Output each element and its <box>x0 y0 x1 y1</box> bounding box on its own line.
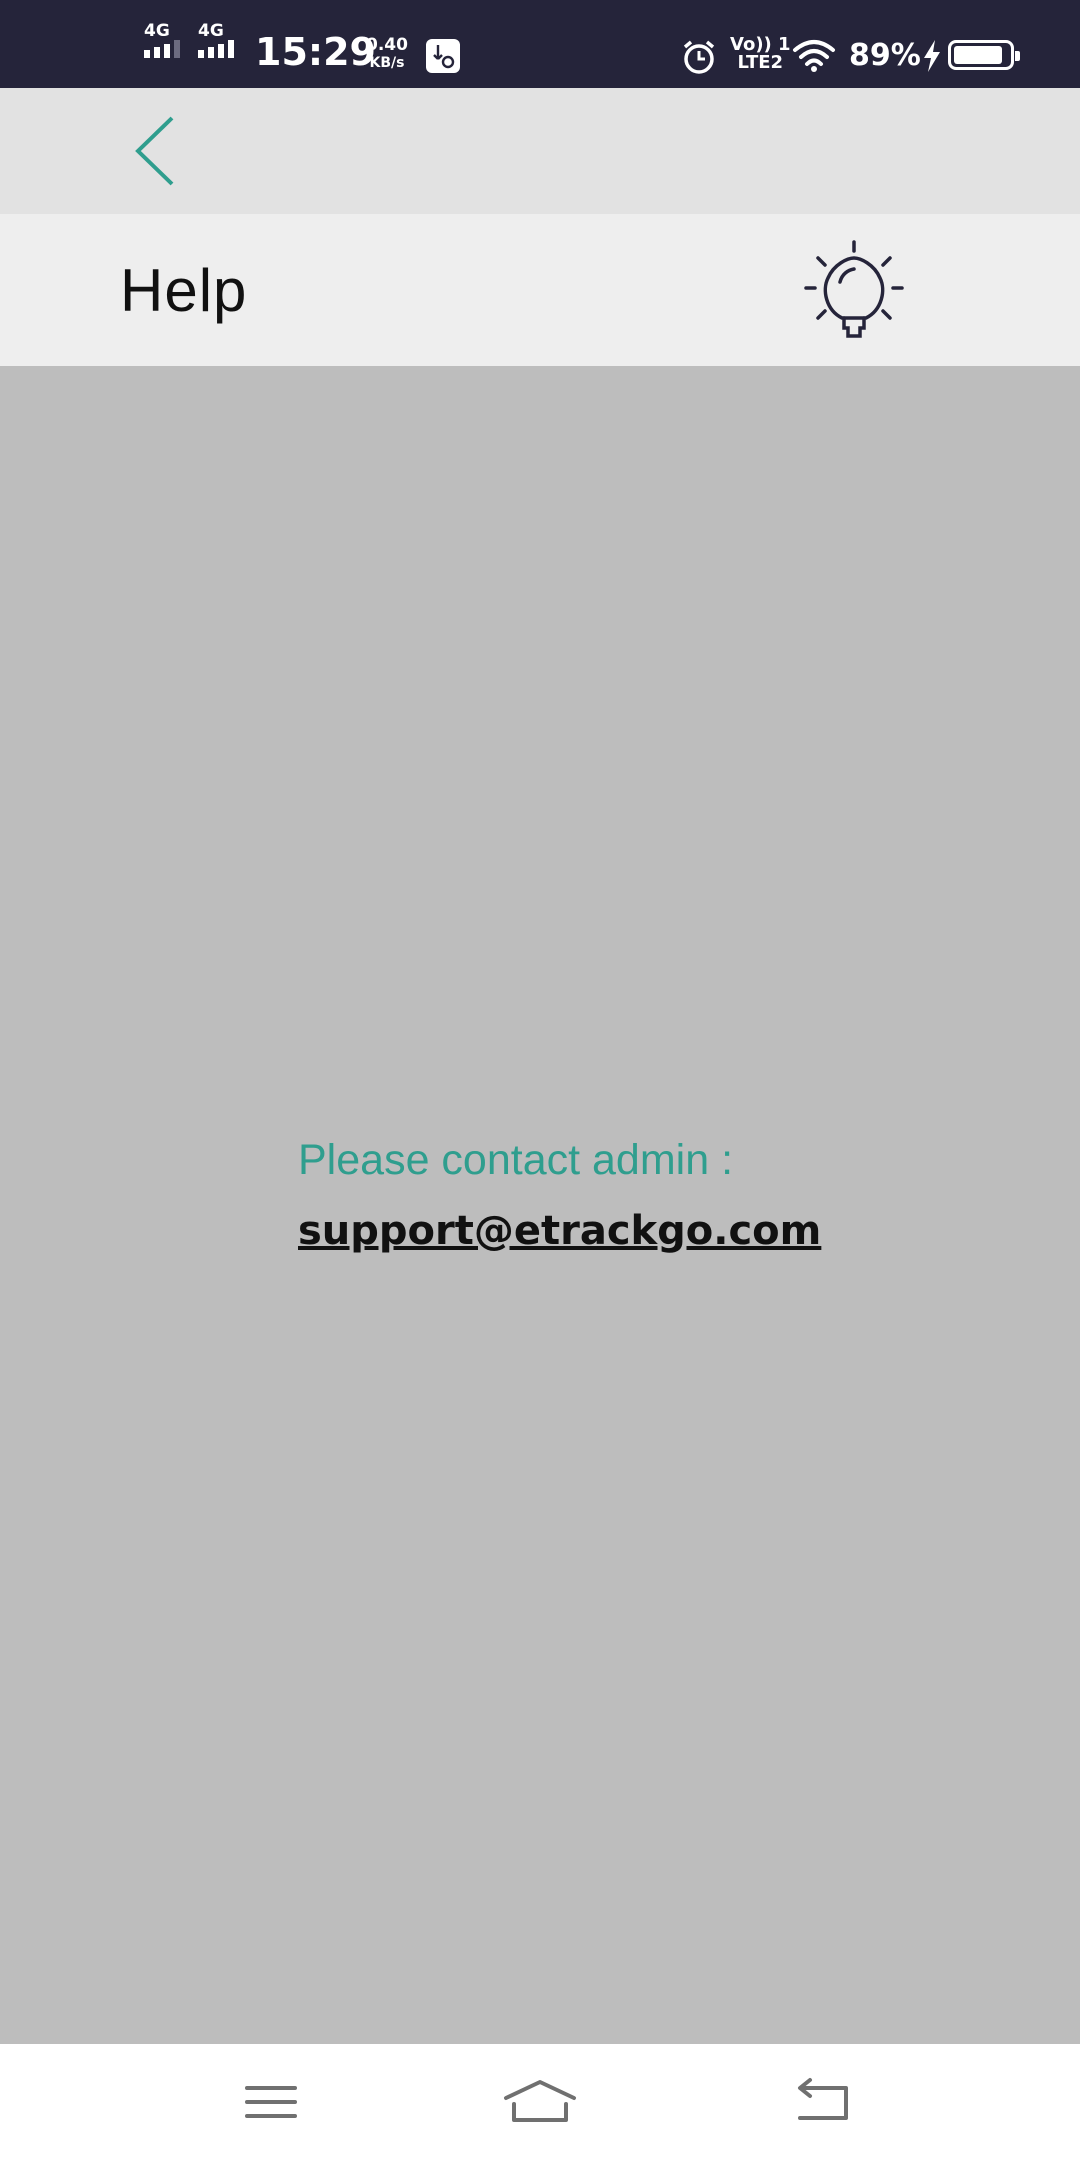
contact-email-link[interactable]: support@etrackgo.com <box>298 1208 821 1254</box>
title-bar: Help <box>0 214 1080 366</box>
volte-indicator: Vo)) 1 LTE2 <box>730 36 791 72</box>
clock-time: 15:29 <box>255 30 376 74</box>
signal-bars-icon <box>144 40 180 58</box>
system-nav-bar <box>0 2044 1080 2160</box>
menu-button[interactable] <box>231 2072 311 2132</box>
battery-icon <box>948 40 1020 70</box>
alarm-icon <box>680 38 718 76</box>
top-nav-bar <box>0 88 1080 214</box>
lte-label: LTE2 <box>737 52 784 73</box>
network-type-label: 4G <box>144 21 170 41</box>
signal-bars-icon <box>198 40 234 58</box>
charging-icon <box>922 40 942 72</box>
contact-label: Please contact admin : <box>298 1136 734 1184</box>
back-button[interactable] <box>120 116 190 186</box>
speed-unit: KB/s <box>369 55 405 71</box>
battery-level-fill <box>954 46 1003 64</box>
system-back-button[interactable] <box>784 2072 864 2132</box>
page-title: Help <box>120 257 248 324</box>
wifi-icon <box>792 38 836 74</box>
network-type-label: 4G <box>198 21 224 41</box>
battery-percent: 89% <box>849 38 921 73</box>
network-indicator-1: 4G <box>144 22 180 58</box>
chevron-left-icon <box>135 116 174 186</box>
status-bar: 4G 4G 15:29 0.40 KB/s Vo)) 1 LTE2 89% <box>0 0 1080 88</box>
home-button[interactable] <box>500 2072 580 2132</box>
menu-icon <box>245 2086 297 2118</box>
home-icon <box>504 2080 576 2122</box>
network-indicator-2: 4G <box>198 22 234 58</box>
network-speed: 0.40 KB/s <box>366 36 408 72</box>
main-content: Please contact admin : support@etrackgo.… <box>0 366 1080 2044</box>
back-icon <box>798 2078 848 2120</box>
usb-debug-icon <box>426 39 460 73</box>
speed-value: 0.40 <box>366 35 408 55</box>
lightbulb-icon[interactable] <box>800 238 908 346</box>
